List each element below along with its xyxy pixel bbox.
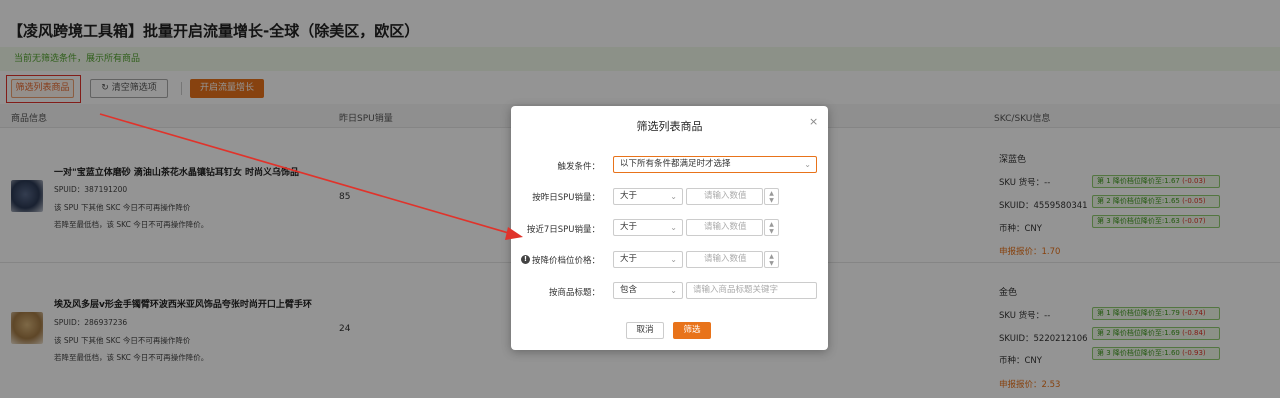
filter-modal: 筛选列表商品 × 触发条件： 以下所有条件都满足时才选择 ⌄ 按昨日SPU销量： … [511,106,828,350]
week-sales-label: 按近7日SPU销量： [526,225,600,235]
chevron-down-icon: ⌄ [670,286,677,295]
cancel-button[interactable]: 取消 [626,322,664,339]
product-title-label: 按商品标题： [548,288,600,298]
yesterday-sales-operator-select[interactable]: 大于 ⌄ [613,188,683,205]
week-sales-stepper[interactable]: ▲ ▼ [764,219,779,236]
price-tier-label: 按降价档位价格： [531,256,600,266]
chevron-down-icon: ⌄ [670,192,677,201]
yesterday-sales-label: 按昨日SPU销量： [532,193,600,203]
price-tier-input[interactable]: 请输入数值 [686,251,763,268]
close-icon[interactable]: × [809,115,818,128]
trigger-condition-select[interactable]: 以下所有条件都满足时才选择 ⌄ [613,156,817,173]
price-tier-operator-select[interactable]: 大于 ⌄ [613,251,683,268]
filter-submit-button[interactable]: 筛选 [673,322,711,339]
week-sales-operator-select[interactable]: 大于 ⌄ [613,219,683,236]
chevron-down-icon: ⌄ [670,223,677,232]
yesterday-sales-input[interactable]: 请输入数值 [686,188,763,205]
chevron-down-icon: ⌄ [804,160,811,169]
yesterday-sales-stepper[interactable]: ▲ ▼ [764,188,779,205]
price-tier-stepper[interactable]: ▲ ▼ [764,251,779,268]
chevron-down-icon: ⌄ [670,255,677,264]
info-icon[interactable]: ! [521,255,530,264]
week-sales-input[interactable]: 请输入数值 [686,219,763,236]
product-title-operator-select[interactable]: 包含 ⌄ [613,282,683,299]
product-title-keyword-input[interactable]: 请输入商品标题关键字 [686,282,817,299]
modal-title: 筛选列表商品 [636,120,703,133]
trigger-condition-label: 触发条件： [557,162,600,172]
